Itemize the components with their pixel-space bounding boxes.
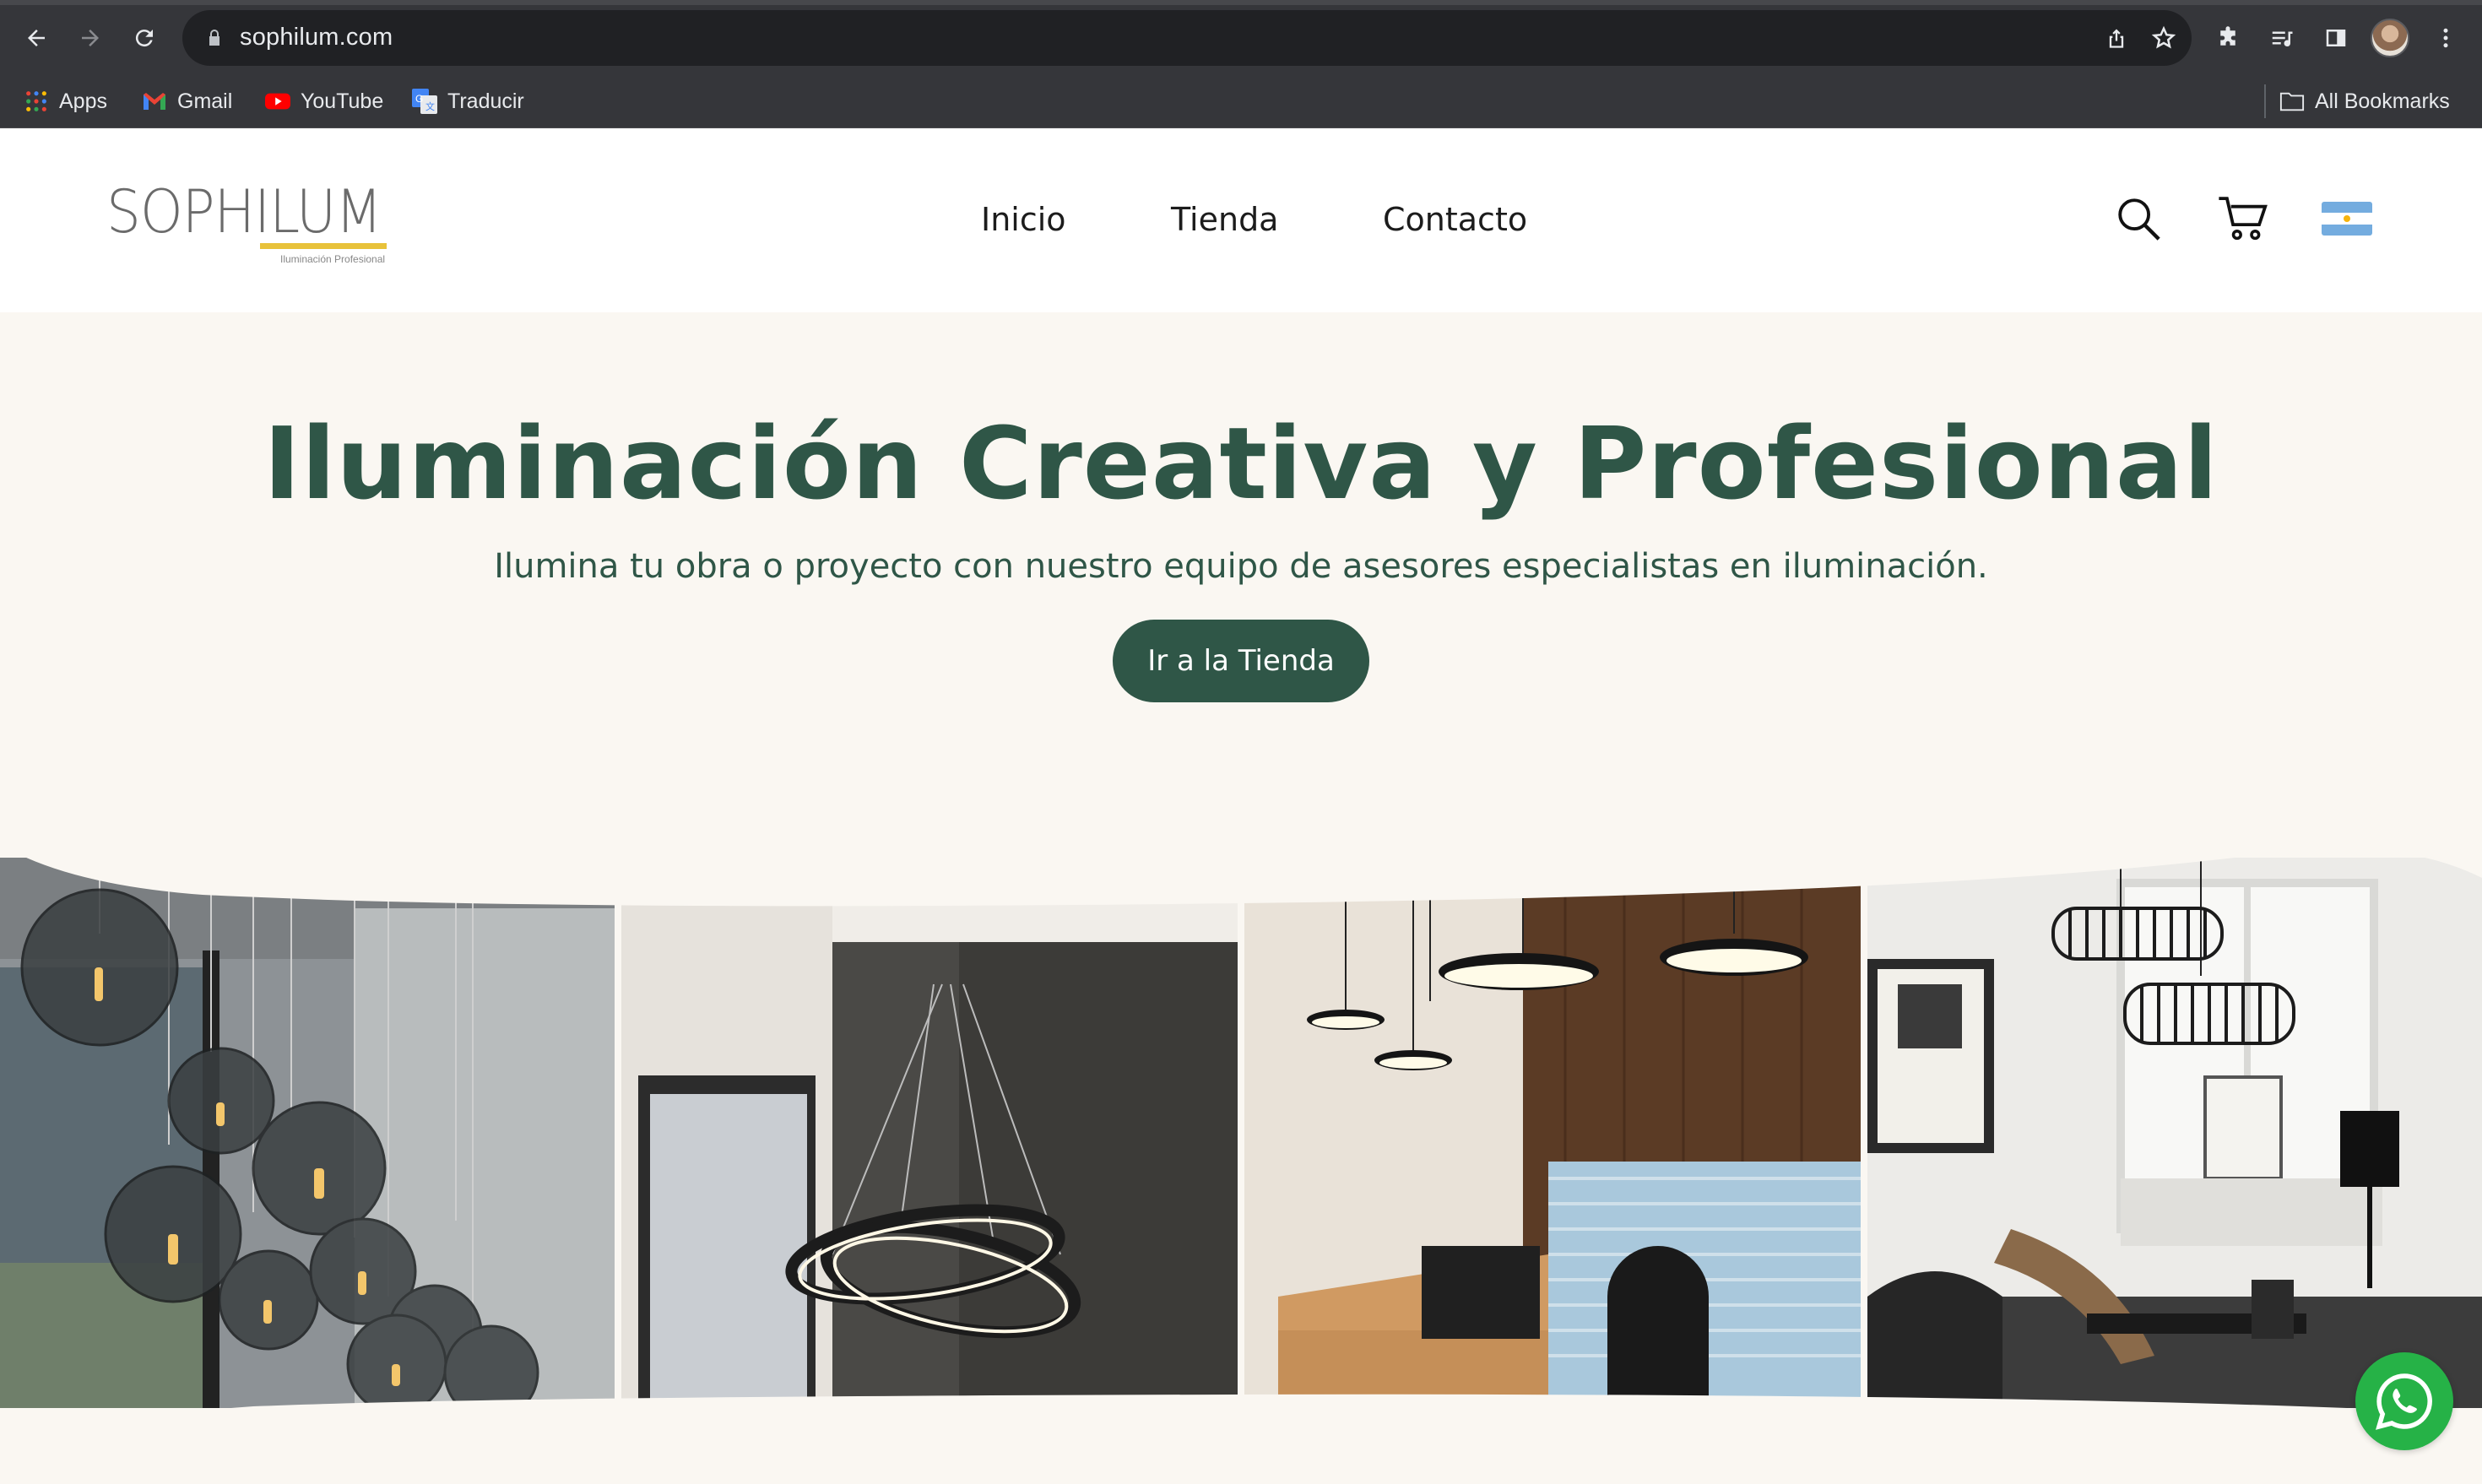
more-vert-icon	[2443, 28, 2448, 48]
go-to-store-button[interactable]: Ir a la Tienda	[1113, 620, 1369, 702]
gallery-bottom-curve	[0, 1394, 2482, 1484]
cart-button[interactable]	[2217, 192, 2269, 245]
side-panel-icon	[2326, 30, 2346, 46]
bookmarks-divider	[2264, 84, 2266, 118]
whatsapp-chat-button[interactable]	[2355, 1352, 2453, 1450]
lock-icon	[209, 30, 219, 46]
gmail-icon	[142, 89, 167, 114]
share-button[interactable]	[2102, 24, 2131, 52]
browser-toolbar: sophilum.com	[0, 0, 2482, 74]
arrow-left-icon	[28, 30, 45, 46]
bookmark-star-button[interactable]	[2149, 24, 2178, 52]
gallery-top-curve	[0, 777, 2482, 907]
sophilum-logo[interactable]: SOPHILUM Iluminación Profesional	[106, 177, 402, 270]
folder-icon	[2279, 89, 2305, 114]
puzzle-icon	[2220, 26, 2235, 46]
hero-title: Iluminación Creativa y Profesional	[263, 405, 2219, 522]
logo-tagline: Iluminación Profesional	[280, 253, 386, 265]
all-bookmarks-label: All Bookmarks	[2315, 89, 2450, 113]
bookmark-traducir[interactable]: G文 Traducir	[412, 86, 524, 116]
logo-accent-bar	[260, 243, 387, 249]
search-icon	[2118, 198, 2160, 241]
apps-grid-icon	[24, 89, 49, 114]
logo-wordmark: SOPHILUM	[106, 177, 382, 246]
url-text: sophilum.com	[240, 24, 393, 51]
browser-menu-button[interactable]	[2428, 20, 2463, 56]
svg-text:G: G	[415, 93, 423, 105]
search-button[interactable]	[2112, 192, 2165, 245]
nav-tienda[interactable]: Tienda	[1171, 201, 1278, 238]
playlist-icon	[2272, 31, 2293, 47]
all-bookmarks-button[interactable]: All Bookmarks	[2279, 86, 2450, 116]
reload-button[interactable]	[125, 19, 164, 57]
argentina-flag-icon[interactable]	[2322, 202, 2372, 236]
hero-subtitle: Ilumina tu obra o proyecto con nuestro e…	[494, 547, 1988, 586]
forward-button[interactable]	[71, 19, 110, 57]
bookmark-label: Apps	[59, 89, 107, 113]
arrow-right-icon	[82, 30, 99, 46]
google-translate-icon: G文	[412, 89, 437, 114]
bookmark-label: Traducir	[447, 89, 524, 113]
profile-avatar[interactable]	[2371, 19, 2409, 57]
whatsapp-icon	[2376, 1373, 2432, 1430]
site-header: SOPHILUM Iluminación Profesional Inicio …	[0, 128, 2482, 312]
nav-inicio[interactable]: Inicio	[981, 201, 1066, 238]
bookmark-label: YouTube	[301, 89, 384, 113]
back-button[interactable]	[17, 19, 56, 57]
share-icon	[2109, 29, 2124, 48]
extensions-button[interactable]	[2210, 20, 2246, 56]
svg-text:文: 文	[425, 100, 435, 112]
side-panel-button[interactable]	[2318, 20, 2354, 56]
nav-contacto[interactable]: Contacto	[1383, 201, 1527, 238]
tab-strip-edge	[0, 0, 2482, 5]
bookmark-youtube[interactable]: YouTube	[265, 86, 383, 116]
reload-icon	[135, 30, 153, 47]
bookmark-label: Gmail	[177, 89, 233, 113]
bookmark-gmail[interactable]: Gmail	[142, 86, 232, 116]
bookmarks-bar: Apps Gmail YouTube G文 Traducir All Bookm…	[0, 74, 2482, 128]
bookmark-apps[interactable]: Apps	[24, 86, 107, 116]
star-icon	[2151, 25, 2176, 49]
media-control-button[interactable]	[2264, 20, 2300, 56]
shopping-cart-icon	[2219, 197, 2268, 241]
youtube-icon	[265, 89, 290, 114]
address-bar[interactable]: sophilum.com	[182, 10, 2192, 66]
